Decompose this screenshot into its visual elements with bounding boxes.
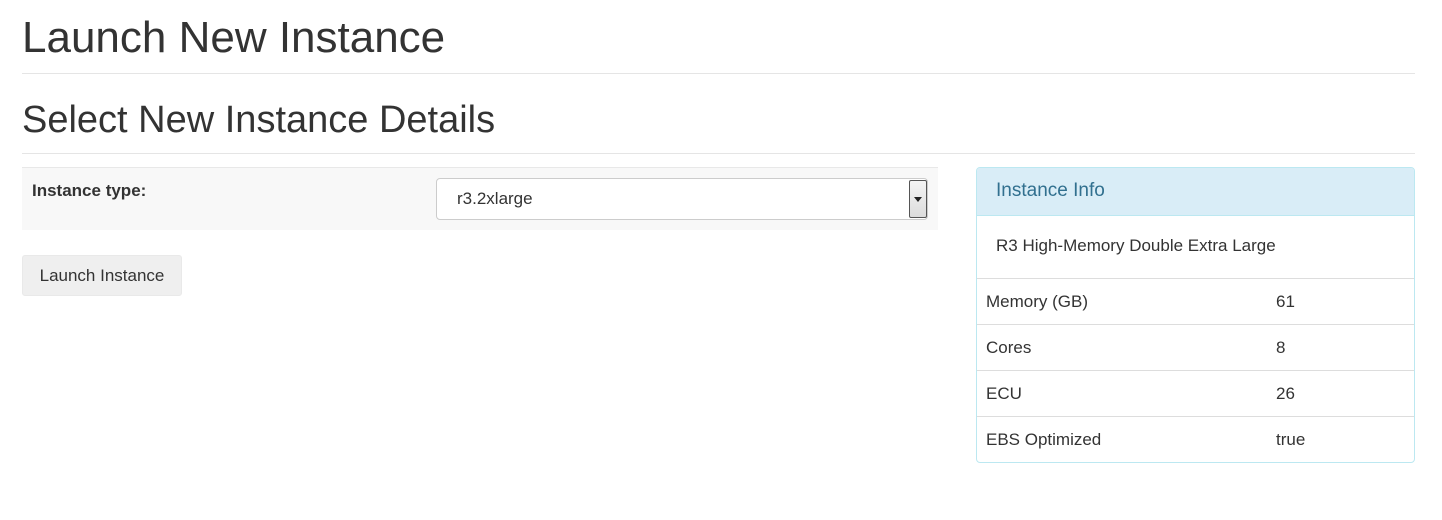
info-row-cores: Cores 8 <box>977 324 1414 370</box>
info-value: 8 <box>1276 338 1286 357</box>
info-row-ecu: ECU 26 <box>977 370 1414 416</box>
info-key: Cores <box>986 338 1032 357</box>
info-row-memory: Memory (GB) 61 <box>977 278 1414 324</box>
page-subtitle: Select New Instance Details <box>22 99 496 141</box>
instance-type-form-row: Instance type: r3.2xlarge <box>22 167 938 230</box>
instance-type-selected-value: r3.2xlarge <box>457 189 533 208</box>
info-row-ebs-optimized: EBS Optimized true <box>977 416 1414 462</box>
info-value: 26 <box>1276 384 1295 403</box>
instance-info-title: Instance Info <box>996 180 1105 201</box>
info-value: true <box>1276 430 1306 449</box>
info-value: 61 <box>1276 292 1295 311</box>
subtitle-divider <box>22 153 1415 154</box>
launch-instance-button[interactable]: Launch Instance <box>22 255 182 296</box>
page-title: Launch New Instance <box>22 13 446 62</box>
info-key: Memory (GB) <box>986 292 1088 311</box>
instance-info-table: Memory (GB) 61 Cores 8 ECU 26 EBS Optimi… <box>977 278 1414 462</box>
title-divider <box>22 73 1415 74</box>
info-key: EBS Optimized <box>986 430 1102 449</box>
instance-info-panel-heading: Instance Info <box>977 168 1414 216</box>
launch-instance-page: Launch New Instance Select New Instance … <box>0 0 1442 520</box>
instance-type-label: Instance type: <box>32 181 147 200</box>
info-key: ECU <box>986 384 1022 403</box>
instance-description: R3 High-Memory Double Extra Large <box>996 236 1276 255</box>
dropdown-arrow-icon[interactable] <box>909 180 927 218</box>
instance-info-panel: Instance Info R3 High-Memory Double Extr… <box>976 167 1415 463</box>
instance-type-select[interactable]: r3.2xlarge <box>436 178 928 220</box>
